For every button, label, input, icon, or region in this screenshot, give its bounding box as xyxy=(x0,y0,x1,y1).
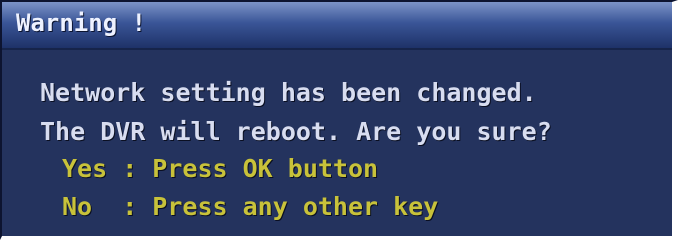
option-yes-confirm[interactable]: Yes : Press OK button xyxy=(62,154,378,183)
option-no-cancel[interactable]: No : Press any other key xyxy=(62,192,438,221)
dialog-title: Warning ! xyxy=(16,9,147,37)
message-line-1: Network setting has been changed. xyxy=(40,78,537,107)
warning-dialog: Warning ! Network setting has been chang… xyxy=(0,0,678,240)
message-line-2: The DVR will reboot. Are you sure? xyxy=(40,117,552,146)
dialog-titlebar: Warning ! xyxy=(2,2,672,50)
